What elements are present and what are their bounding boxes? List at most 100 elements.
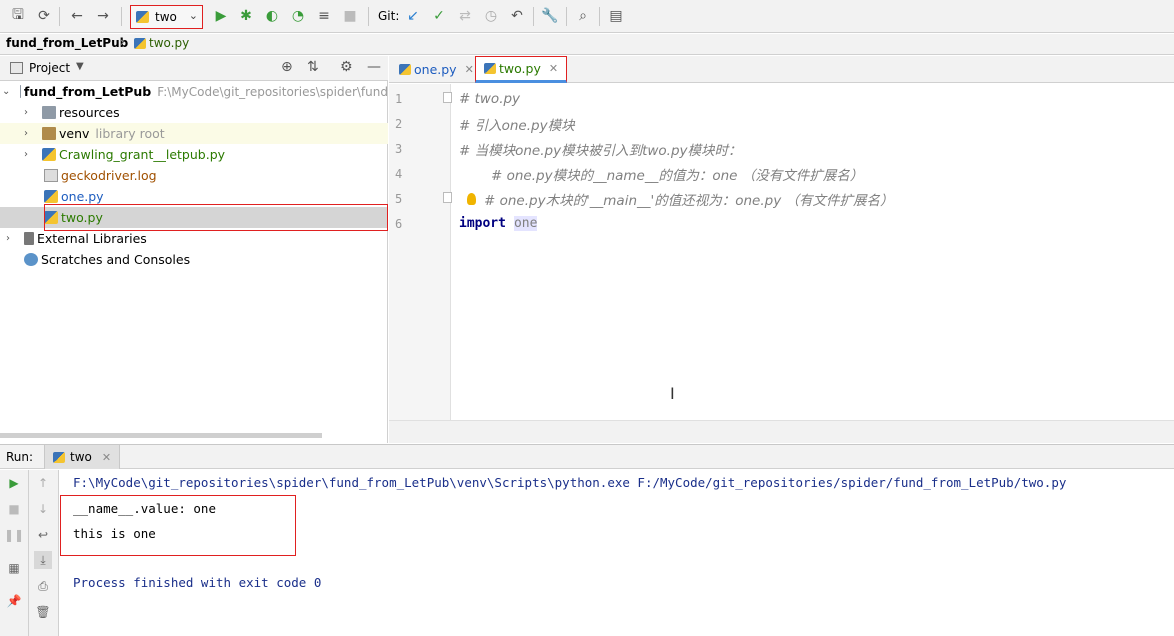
tree-item-label: Scratches and Consoles: [41, 252, 191, 267]
editor-tabs: one.py ✕ two.py ✕: [389, 56, 1174, 83]
back-icon[interactable]: ←: [67, 6, 87, 26]
close-icon[interactable]: ✕: [549, 62, 558, 75]
fold-icon[interactable]: [443, 92, 452, 103]
run-tab-label: two: [70, 450, 92, 464]
rerun-icon[interactable]: ▶: [5, 474, 23, 492]
line-number: 5: [395, 192, 403, 206]
project-panel-header: Project ▼ ⊕ ⇅ ⚙ —: [0, 56, 388, 81]
code-line-2: # 引入one.py模块: [459, 117, 575, 134]
folder-icon: [42, 106, 56, 119]
collapse-all-icon[interactable]: ⇅: [307, 59, 319, 75]
rollback-icon[interactable]: ↶: [507, 6, 527, 26]
toolbar-separator: [121, 7, 122, 26]
search-icon[interactable]: ⌕: [573, 6, 593, 26]
lightbulb-icon[interactable]: [467, 192, 476, 205]
layout-icon[interactable]: ▦: [5, 559, 23, 577]
tree-item-scratches[interactable]: Scratches and Consoles: [0, 249, 388, 270]
code-line-1: # two.py: [459, 90, 521, 107]
stop-icon[interactable]: ■: [340, 6, 360, 26]
breadcrumb-project[interactable]: fund_from_LetPub: [6, 36, 128, 50]
import-keyword: import: [459, 216, 506, 231]
save-icon[interactable]: 🖫: [8, 6, 28, 26]
tree-root[interactable]: ⌄ fund_from_LetPub F:\MyCode\git_reposit…: [0, 81, 388, 102]
run-panel-header: Run: two ✕: [0, 444, 1174, 469]
expanded-arrow-icon[interactable]: ⌄: [2, 86, 10, 97]
run-config-label: two: [155, 10, 177, 24]
code-editor[interactable]: # two.py # 引入one.py模块 # 当模块one.py模块被引入到t…: [452, 84, 1174, 420]
project-panel-title[interactable]: Project: [29, 61, 70, 75]
horizontal-scrollbar[interactable]: [0, 433, 322, 438]
run-toolbar-left: ▶ ■ ❚❚ ▦ 📌: [0, 470, 29, 636]
scroll-to-end-icon[interactable]: ⤓: [34, 551, 52, 569]
soft-wrap-icon[interactable]: ↩: [34, 526, 52, 544]
close-icon[interactable]: ✕: [465, 63, 474, 76]
tree-item-resources[interactable]: › resources: [0, 102, 388, 123]
python-file-icon: [53, 451, 65, 463]
code-line-5-text: # one.py木块的'__main__'的值还视为：one.py （有文件扩展…: [484, 192, 894, 209]
tree-item-label: venv: [59, 126, 90, 141]
tree-item-hint: library root: [95, 126, 165, 141]
line-number-gutter: 1 2 3 4 5 6: [389, 84, 452, 420]
python-file-icon: [136, 11, 149, 23]
breadcrumb-file[interactable]: two.py: [134, 36, 189, 50]
log-file-icon: [44, 169, 58, 182]
folder-icon: [20, 85, 21, 98]
run-config-selector[interactable]: two ⌄: [130, 5, 203, 29]
tree-item-label: one.py: [61, 189, 104, 204]
pause-icon[interactable]: ❚❚: [4, 526, 24, 544]
close-icon[interactable]: ✕: [102, 451, 111, 464]
wrench-icon[interactable]: 🔧: [540, 6, 560, 26]
stop-icon[interactable]: ■: [5, 500, 23, 518]
collapsed-arrow-icon[interactable]: ›: [20, 107, 32, 118]
fold-icon[interactable]: [443, 192, 452, 203]
chevron-down-icon[interactable]: ▼: [76, 61, 84, 72]
debug-icon[interactable]: ✱: [236, 6, 256, 26]
tree-item-label: Crawling_grant__letpub.py: [59, 147, 226, 162]
editor-bottom-bar: [389, 420, 1174, 443]
tab-label: two.py: [499, 61, 541, 76]
console-command-line: F:\MyCode\git_repositories\spider\fund_f…: [73, 475, 1067, 490]
coverage-icon[interactable]: ◐: [262, 6, 282, 26]
collapsed-arrow-icon[interactable]: ›: [20, 128, 32, 139]
run-icon[interactable]: ▶: [211, 6, 231, 26]
tree-item-venv[interactable]: › venv library root: [0, 123, 388, 144]
run-to-cursor-icon[interactable]: ≡: [314, 6, 334, 26]
python-file-icon: [134, 37, 146, 49]
gear-icon[interactable]: ⚙: [340, 59, 353, 75]
tree-item-crawling[interactable]: › Crawling_grant__letpub.py: [0, 144, 388, 165]
arrow-down-icon[interactable]: ↓: [34, 500, 52, 518]
run-tab-two[interactable]: two ✕: [44, 445, 121, 469]
tree-item-label: External Libraries: [37, 231, 147, 246]
line-number: 3: [395, 142, 403, 156]
console-exit-line: Process finished with exit code 0: [73, 575, 322, 590]
arrow-up-icon[interactable]: ↑: [34, 474, 52, 492]
highlight-box: [44, 204, 388, 231]
tree-item-geckodriver[interactable]: geckodriver.log: [0, 165, 388, 186]
tab-two-py[interactable]: two.py ✕: [475, 56, 568, 83]
git-update-icon[interactable]: ↙: [403, 6, 423, 26]
line-number: 4: [395, 167, 403, 181]
line-number: 1: [395, 92, 403, 106]
toolbar-separator: [599, 7, 600, 26]
breadcrumb-file-label: two.py: [149, 36, 190, 50]
print-icon[interactable]: ⎙: [34, 577, 52, 595]
git-commit-icon[interactable]: ✓: [429, 6, 449, 26]
history-icon[interactable]: ◷: [481, 6, 501, 26]
terminal-icon[interactable]: ▤: [606, 6, 626, 26]
run-label: Run:: [6, 450, 34, 464]
git-push-icon[interactable]: ⇄: [455, 6, 475, 26]
profile-icon[interactable]: ◔: [288, 6, 308, 26]
hide-icon[interactable]: —: [367, 59, 381, 75]
pin-icon[interactable]: 📌: [5, 592, 23, 610]
tree-item-external-libraries[interactable]: › External Libraries: [0, 228, 388, 249]
tab-one-py[interactable]: one.py ✕: [391, 56, 482, 83]
trash-icon[interactable]: 🗑: [34, 603, 52, 621]
sync-icon[interactable]: ⟳: [34, 6, 54, 26]
locate-icon[interactable]: ⊕: [281, 59, 293, 75]
run-console[interactable]: F:\MyCode\git_repositories\spider\fund_f…: [60, 470, 1174, 636]
forward-icon[interactable]: →: [93, 6, 113, 26]
tree-item-label: geckodriver.log: [61, 168, 157, 183]
collapsed-arrow-icon[interactable]: ›: [2, 233, 14, 244]
library-icon: [24, 232, 34, 245]
collapsed-arrow-icon[interactable]: ›: [20, 149, 32, 160]
